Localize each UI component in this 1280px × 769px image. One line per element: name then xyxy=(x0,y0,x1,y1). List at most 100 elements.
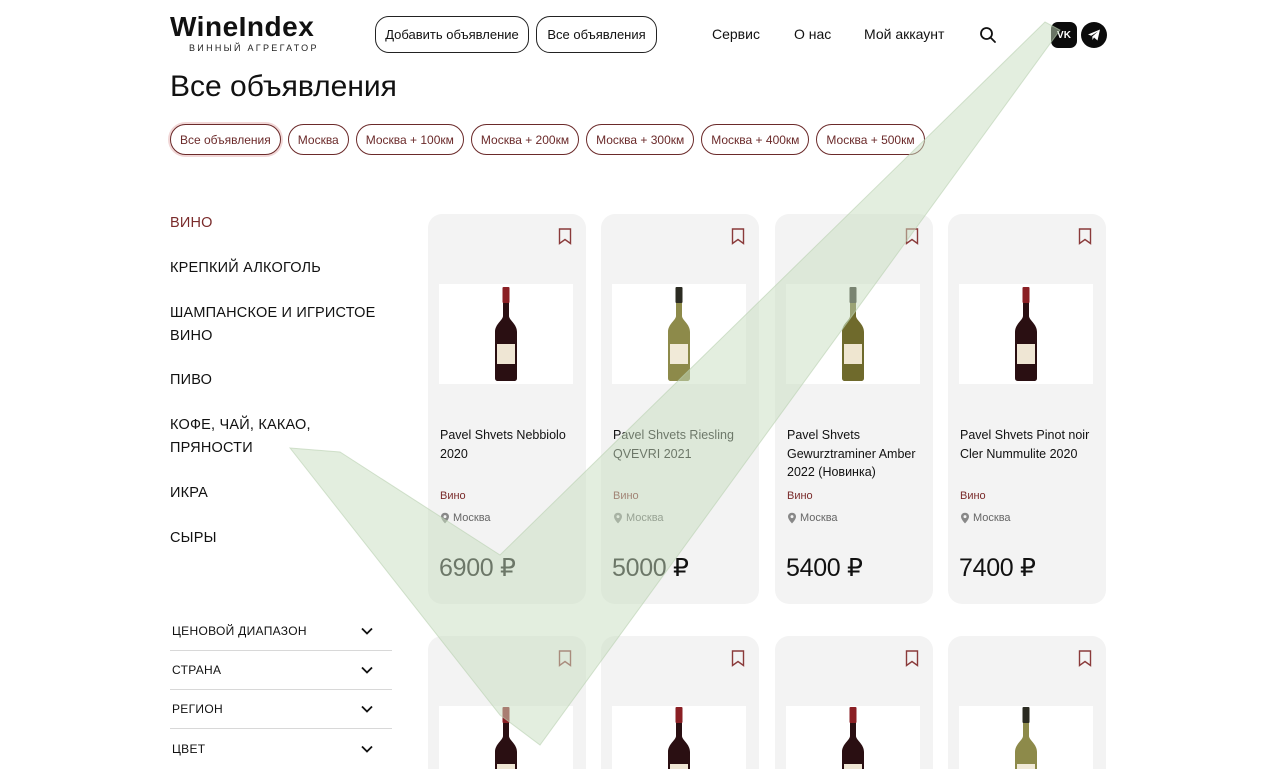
site-header: WineIndex ВИННЫЙ АГРЕГАТОР Добавить объя… xyxy=(0,0,1280,70)
nav-about[interactable]: О нас xyxy=(794,26,831,42)
bookmark-icon[interactable] xyxy=(558,228,572,245)
product-photo[interactable] xyxy=(786,706,920,769)
filter-color[interactable]: ЦВЕТ xyxy=(170,729,392,768)
wine-bottle-icon xyxy=(668,707,690,769)
chip-moscow-100km[interactable]: Москва + 100км xyxy=(355,124,464,155)
chip-moscow-400km[interactable]: Москва + 400км xyxy=(701,124,810,155)
wine-bottle-icon xyxy=(1015,707,1037,769)
location-filter-chips: Все объявления Москва Москва + 100км Мос… xyxy=(170,124,925,155)
location-text: Москва xyxy=(973,512,1011,524)
wine-bottle-icon xyxy=(1015,287,1037,381)
filter-label: СТРАНА xyxy=(172,663,222,677)
product-photo[interactable] xyxy=(612,284,746,384)
category-coffee-tea[interactable]: КОФЕ, ЧАЙ, КАКАО, ПРЯНОСТИ xyxy=(170,414,390,482)
telegram-icon[interactable] xyxy=(1081,22,1107,48)
product-card[interactable] xyxy=(601,636,759,769)
product-name-line: Cler Nummulite 2020 xyxy=(960,446,1078,461)
category-label: СЫРЫ xyxy=(170,530,217,546)
wine-bottle-icon xyxy=(842,287,864,381)
chip-moscow[interactable]: Москва xyxy=(287,124,349,155)
product-card[interactable] xyxy=(948,636,1106,769)
vk-icon-label: VK xyxy=(1057,29,1071,41)
product-photo[interactable] xyxy=(439,284,573,384)
all-listings-button[interactable]: Все объявления xyxy=(536,16,657,53)
category-caviar[interactable]: ИКРА xyxy=(170,482,390,527)
product-location: Москва xyxy=(613,512,664,524)
location-pin-icon xyxy=(614,512,622,524)
nav-my-account[interactable]: Мой аккаунт xyxy=(864,26,944,42)
product-name-line: Pavel Shvets Pinot noir xyxy=(960,428,1090,442)
bookmark-icon[interactable] xyxy=(731,650,745,667)
product-price: 6900 ₽ xyxy=(439,554,516,582)
category-list: ВИНО КРЕПКИЙ АЛКОГОЛЬ ШАМПАНСКОЕ И ИГРИС… xyxy=(170,212,390,572)
product-name[interactable]: Pavel Shvets Pinot noir Cler Nummulite 2… xyxy=(960,426,1100,463)
product-card[interactable]: Pavel Shvets Nebbiolo 2020 Вино Москва 6… xyxy=(428,214,586,604)
location-text: Москва xyxy=(626,512,664,524)
location-text: Москва xyxy=(800,512,838,524)
chip-moscow-200km[interactable]: Москва + 200км xyxy=(470,124,580,155)
bookmark-icon[interactable] xyxy=(905,650,919,667)
location-text: Москва xyxy=(453,512,491,524)
bookmark-icon[interactable] xyxy=(905,228,919,245)
filter-label: ЦВЕТ xyxy=(172,741,206,756)
product-card[interactable]: Pavel Shvets Pinot noir Cler Nummulite 2… xyxy=(948,214,1106,604)
product-price: 5400 ₽ xyxy=(786,554,863,582)
product-location: Москва xyxy=(787,512,838,524)
bookmark-icon[interactable] xyxy=(1078,650,1092,667)
product-category: Вино xyxy=(440,490,466,502)
filter-label: ЦЕНОВОЙ ДИАПАЗОН xyxy=(172,624,307,638)
product-card[interactable]: Pavel Shvets Riesling QVEVRI 2021 Вино М… xyxy=(601,214,759,604)
site-logo[interactable]: WineIndex ВИННЫЙ АГРЕГАТОР xyxy=(170,11,319,54)
product-card[interactable] xyxy=(428,636,586,769)
location-pin-icon xyxy=(788,512,796,524)
wine-bottle-icon xyxy=(495,707,517,769)
product-name-line: Pavel Shvets Riesling xyxy=(613,428,734,442)
location-pin-icon xyxy=(441,512,449,524)
product-location: Москва xyxy=(440,512,491,524)
product-photo[interactable] xyxy=(612,706,746,769)
nav-service[interactable]: Сервис xyxy=(712,26,760,42)
product-photo[interactable] xyxy=(959,706,1093,769)
category-label: ШАМПАНСКОЕ И ИГРИСТОЕ xyxy=(170,305,376,321)
paper-plane-icon xyxy=(1088,29,1100,41)
category-label: ВИНО xyxy=(170,215,213,231)
product-name[interactable]: Pavel Shvets Nebbiolo 2020 xyxy=(440,426,580,463)
wine-bottle-icon xyxy=(842,707,864,769)
category-cheese[interactable]: СЫРЫ xyxy=(170,527,390,572)
chip-moscow-500km[interactable]: Москва + 500км xyxy=(816,124,925,155)
product-name[interactable]: Pavel Shvets Gewurztraminer Amber 2022 (… xyxy=(787,426,927,482)
bookmark-icon[interactable] xyxy=(731,228,745,245)
search-icon[interactable] xyxy=(978,25,998,45)
category-label: ПИВО xyxy=(170,372,213,388)
filter-price-range[interactable]: ЦЕНОВОЙ ДИАПАЗОН xyxy=(170,612,392,651)
chevron-down-icon xyxy=(361,666,373,674)
product-photo[interactable] xyxy=(959,284,1093,384)
chip-all-listings[interactable]: Все объявления xyxy=(170,124,281,155)
product-card[interactable] xyxy=(775,636,933,769)
wine-bottle-icon xyxy=(495,287,517,381)
bookmark-icon[interactable] xyxy=(1078,228,1092,245)
product-name-line: Pavel Shvets Nebbiolo xyxy=(440,428,566,442)
product-name[interactable]: Pavel Shvets Riesling QVEVRI 2021 xyxy=(613,426,753,463)
add-listing-button[interactable]: Добавить объявление xyxy=(375,16,529,53)
bookmark-icon[interactable] xyxy=(558,650,572,667)
category-label: КРЕПКИЙ АЛКОГОЛЬ xyxy=(170,260,321,276)
product-card[interactable]: Pavel Shvets Gewurztraminer Amber 2022 (… xyxy=(775,214,933,604)
chevron-down-icon xyxy=(361,705,373,713)
product-photo[interactable] xyxy=(786,284,920,384)
category-champagne[interactable]: ШАМПАНСКОЕ И ИГРИСТОЕ ВИНО xyxy=(170,302,390,369)
category-label: ИКРА xyxy=(170,485,209,501)
category-beer[interactable]: ПИВО xyxy=(170,369,390,414)
product-photo[interactable] xyxy=(439,706,573,769)
filter-country[interactable]: СТРАНА xyxy=(170,651,392,690)
filter-region[interactable]: РЕГИОН xyxy=(170,690,392,729)
product-name-line: 2022 (Новинка) xyxy=(787,465,876,479)
wine-bottle-icon xyxy=(668,287,690,381)
product-price: 7400 ₽ xyxy=(959,554,1036,582)
logo-wordmark: WineIndex xyxy=(170,11,315,42)
chip-moscow-300km[interactable]: Москва + 300км xyxy=(586,124,695,155)
category-wine[interactable]: ВИНО xyxy=(170,212,390,257)
product-name-line: 2020 xyxy=(440,446,468,461)
vk-icon[interactable]: VK xyxy=(1051,22,1077,48)
category-spirits[interactable]: КРЕПКИЙ АЛКОГОЛЬ xyxy=(170,257,390,302)
